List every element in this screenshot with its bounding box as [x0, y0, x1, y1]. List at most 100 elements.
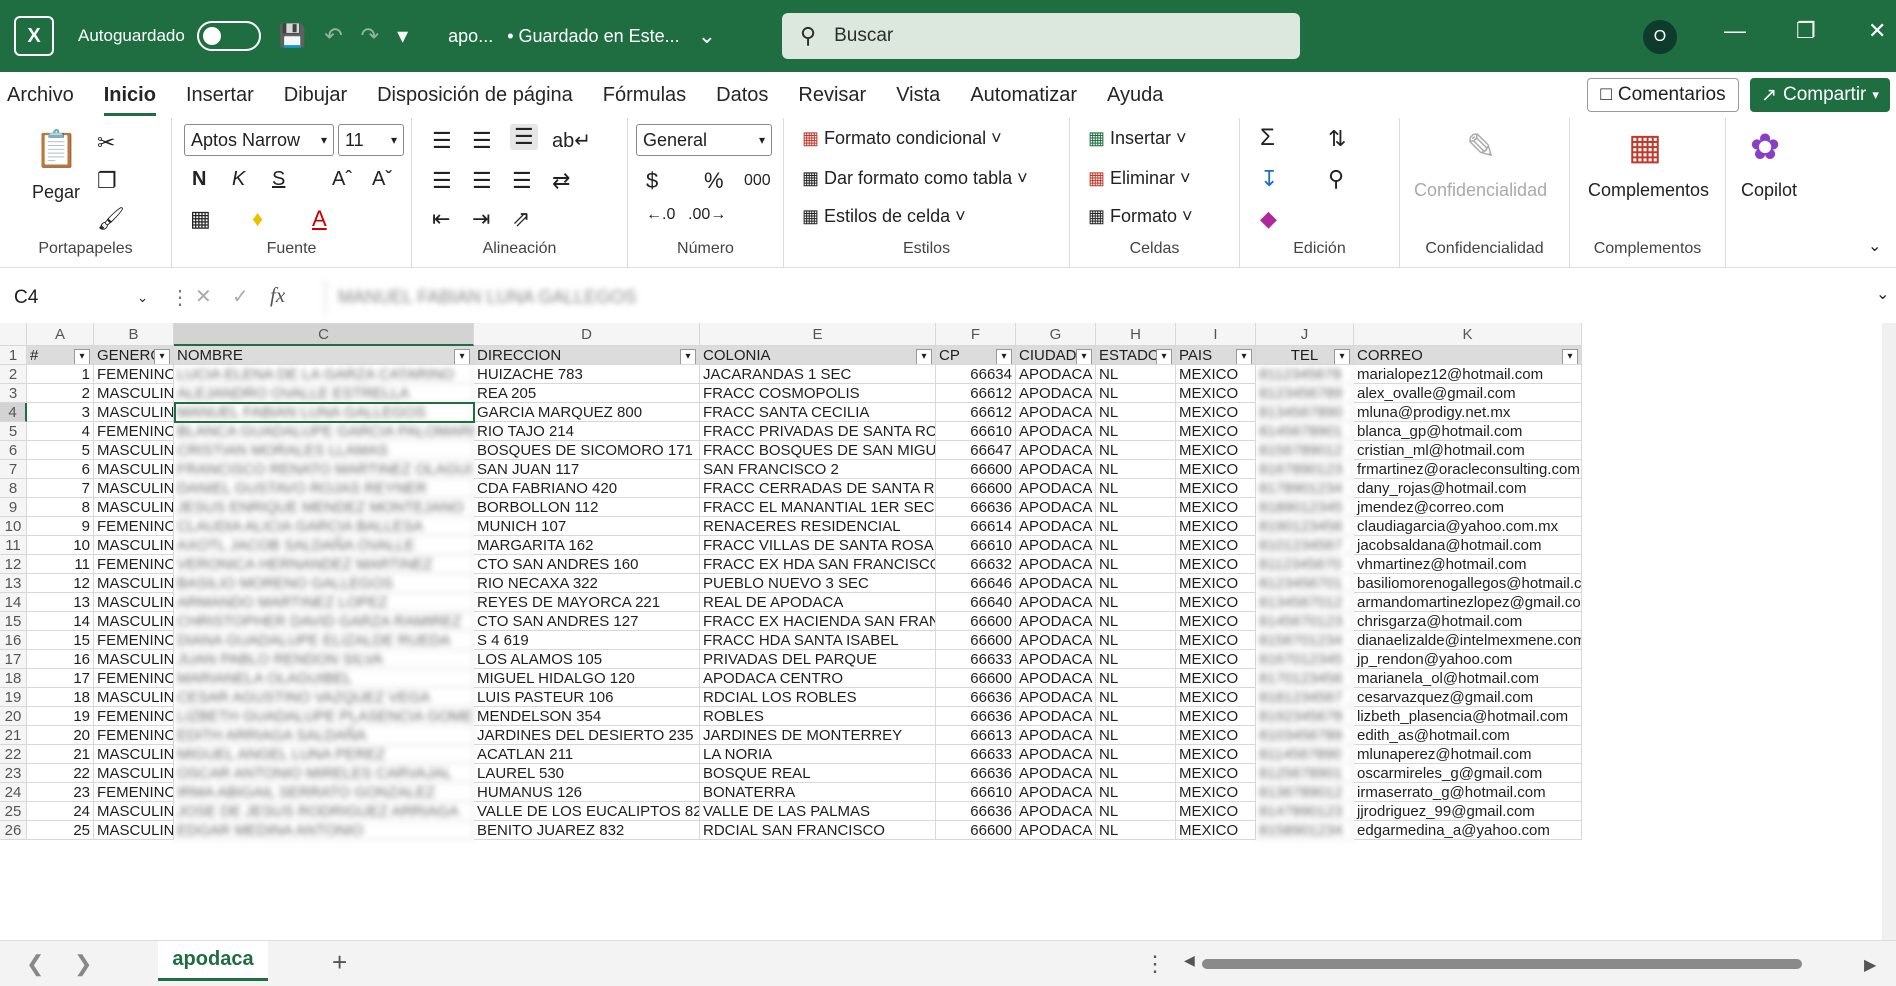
table-cell[interactable]: MEXICO	[1176, 536, 1256, 555]
table-cell[interactable]: CTO SAN ANDRES 160	[474, 555, 700, 574]
table-cell[interactable]: 66600	[936, 612, 1016, 631]
table-cell[interactable]: JARDINES DEL DESIERTO 235	[474, 726, 700, 745]
table-cell[interactable]: blanca_gp@hotmail.com	[1354, 422, 1582, 441]
table-cell[interactable]: MEXICO	[1176, 593, 1256, 612]
next-sheet-icon[interactable]: ❯	[74, 951, 92, 977]
table-cell[interactable]: JESUS ENRIQUE MENDEZ MONTEJANO	[174, 498, 474, 517]
confidentiality-button[interactable]: Confidencialidad	[1414, 180, 1547, 201]
table-cell[interactable]: jjrodriguez_99@gmail.com	[1354, 802, 1582, 821]
table-cell[interactable]: 11	[27, 555, 94, 574]
table-cell[interactable]: 66640	[936, 593, 1016, 612]
table-cell[interactable]: S 4 619	[474, 631, 700, 650]
table-cell[interactable]: 14	[27, 612, 94, 631]
redo-icon[interactable]: ↷	[361, 23, 379, 49]
vertical-scrollbar[interactable]	[1882, 323, 1896, 940]
table-header-cell[interactable]: CP ▾	[936, 346, 1016, 365]
menu-dibujar[interactable]: Dibujar	[269, 84, 362, 107]
table-cell[interactable]: EDITH ARRIAGA SALDAÑA	[174, 726, 474, 745]
table-cell[interactable]: 17	[27, 669, 94, 688]
row-header[interactable]: 15	[0, 612, 27, 631]
formula-input[interactable]: MANUEL FABIAN LUNA GALLEGOS	[325, 280, 1885, 314]
table-cell[interactable]: claudiagarcia@yahoo.com.mx	[1354, 517, 1582, 536]
row-header[interactable]: 18	[0, 669, 27, 688]
table-cell[interactable]: FRACC PRIVADAS DE SANTA ROSA	[700, 422, 936, 441]
table-cell[interactable]: 66600	[936, 460, 1016, 479]
table-cell[interactable]: LA NORIA	[700, 745, 936, 764]
row-header[interactable]: 19	[0, 688, 27, 707]
save-status[interactable]: • Guardado en Este...	[507, 26, 679, 47]
row-header[interactable]: 22	[0, 745, 27, 764]
table-cell[interactable]: 8190123456	[1256, 517, 1354, 536]
table-cell[interactable]: NL	[1096, 707, 1176, 726]
filter-dropdown-icon[interactable]: ▾	[454, 349, 470, 364]
table-cell[interactable]: NL	[1096, 669, 1176, 688]
table-cell[interactable]: NL	[1096, 745, 1176, 764]
table-cell[interactable]: VALLE DE LOS EUCALIPTOS 827	[474, 802, 700, 821]
table-cell[interactable]: 66600	[936, 479, 1016, 498]
align-center-icon[interactable]: ☰	[472, 168, 492, 194]
table-cell[interactable]: FRACC EX HACIENDA SAN FRANCIS	[700, 612, 936, 631]
table-cell[interactable]: APODACA	[1016, 574, 1096, 593]
filter-dropdown-icon[interactable]: ▾	[1156, 349, 1172, 364]
table-cell[interactable]: RDCIAL LOS ROBLES	[700, 688, 936, 707]
decrease-decimal-icon[interactable]: .00→	[688, 206, 726, 224]
table-cell[interactable]: MEXICO	[1176, 612, 1256, 631]
row-header[interactable]: 17	[0, 650, 27, 669]
table-cell[interactable]: NL	[1096, 403, 1176, 422]
table-cell[interactable]: HUIZACHE 783	[474, 365, 700, 384]
menu-archivo[interactable]: Archivo	[0, 84, 89, 107]
table-cell[interactable]: FEMENINO	[94, 517, 174, 536]
table-cell[interactable]: NL	[1096, 422, 1176, 441]
undo-icon[interactable]: ↶	[324, 23, 342, 49]
table-cell[interactable]: JUAN PABLO RENDON SILVA	[174, 650, 474, 669]
table-cell[interactable]: RDCIAL SAN FRANCISCO	[700, 821, 936, 840]
table-cell[interactable]: RENACERES RESIDENCIAL	[700, 517, 936, 536]
table-header-cell[interactable]: NOMBRE ▾	[174, 346, 474, 365]
row-header[interactable]: 26	[0, 821, 27, 840]
prev-sheet-icon[interactable]: ❮	[26, 951, 44, 977]
align-top-icon[interactable]: ☰	[432, 128, 452, 154]
table-cell[interactable]: 66632	[936, 555, 1016, 574]
table-cell[interactable]: FRANCISCO RENATO MARTINEZ OLAGUIBEL	[174, 460, 474, 479]
table-cell[interactable]: CDA FABRIANO 420	[474, 479, 700, 498]
column-header-f[interactable]: F	[936, 323, 1016, 346]
table-cell[interactable]: APODACA	[1016, 802, 1096, 821]
table-cell[interactable]: MEXICO	[1176, 631, 1256, 650]
share-button[interactable]: ↗ Compartir ▾	[1750, 78, 1890, 112]
table-cell[interactable]: ALEJANDRO OVALLE ESTRELLA	[174, 384, 474, 403]
insert-cells-button[interactable]: ▦ Insertar ˅	[1088, 128, 1187, 149]
table-cell[interactable]: alex_ovalle@gmail.com	[1354, 384, 1582, 403]
table-cell[interactable]: APODACA	[1016, 764, 1096, 783]
table-cell[interactable]: APODACA	[1016, 403, 1096, 422]
table-cell[interactable]: BLANCA GUADALUPE GARCIA PALOMARES	[174, 422, 474, 441]
table-cell[interactable]: MEXICO	[1176, 365, 1256, 384]
table-cell[interactable]: APODACA	[1016, 650, 1096, 669]
table-cell[interactable]: FRACC SANTA CECILIA	[700, 403, 936, 422]
table-cell[interactable]: 8134567012	[1256, 593, 1354, 612]
table-cell[interactable]: OSCAR ANTONIO MIRELES CARVAJAL	[174, 764, 474, 783]
filter-dropdown-icon[interactable]: ▾	[1076, 349, 1092, 364]
table-cell[interactable]: MEXICO	[1176, 669, 1256, 688]
table-cell[interactable]: APODACA	[1016, 745, 1096, 764]
table-cell[interactable]: 66636	[936, 707, 1016, 726]
table-cell[interactable]: MIGUEL ANGEL LUNA PEREZ	[174, 745, 474, 764]
table-cell[interactable]: 8134567890	[1256, 403, 1354, 422]
table-cell[interactable]: REYES DE MAYORCA 221	[474, 593, 700, 612]
font-color-icon[interactable]: A	[312, 206, 327, 232]
avatar[interactable]: O	[1643, 20, 1677, 54]
table-cell[interactable]: MIGUEL HIDALGO 120	[474, 669, 700, 688]
table-cell[interactable]: FRACC EX HDA SAN FRANCISCO	[700, 555, 936, 574]
table-cell[interactable]: NL	[1096, 555, 1176, 574]
menu-ayuda[interactable]: Ayuda	[1092, 84, 1178, 107]
row-header[interactable]: 1	[0, 346, 27, 365]
row-header[interactable]: 2	[0, 365, 27, 384]
scroll-left-icon[interactable]: ◀	[1184, 952, 1195, 969]
insert-function-button[interactable]: fx	[270, 283, 285, 308]
table-cell[interactable]: chrisgarza@hotmail.com	[1354, 612, 1582, 631]
table-cell[interactable]: 8156789012	[1256, 441, 1354, 460]
select-all-corner[interactable]	[0, 323, 27, 346]
row-header[interactable]: 21	[0, 726, 27, 745]
table-cell[interactable]: FEMENINO	[94, 707, 174, 726]
table-cell[interactable]: MASCULINO	[94, 536, 174, 555]
customize-toolbar-icon[interactable]: ▾	[397, 23, 408, 49]
